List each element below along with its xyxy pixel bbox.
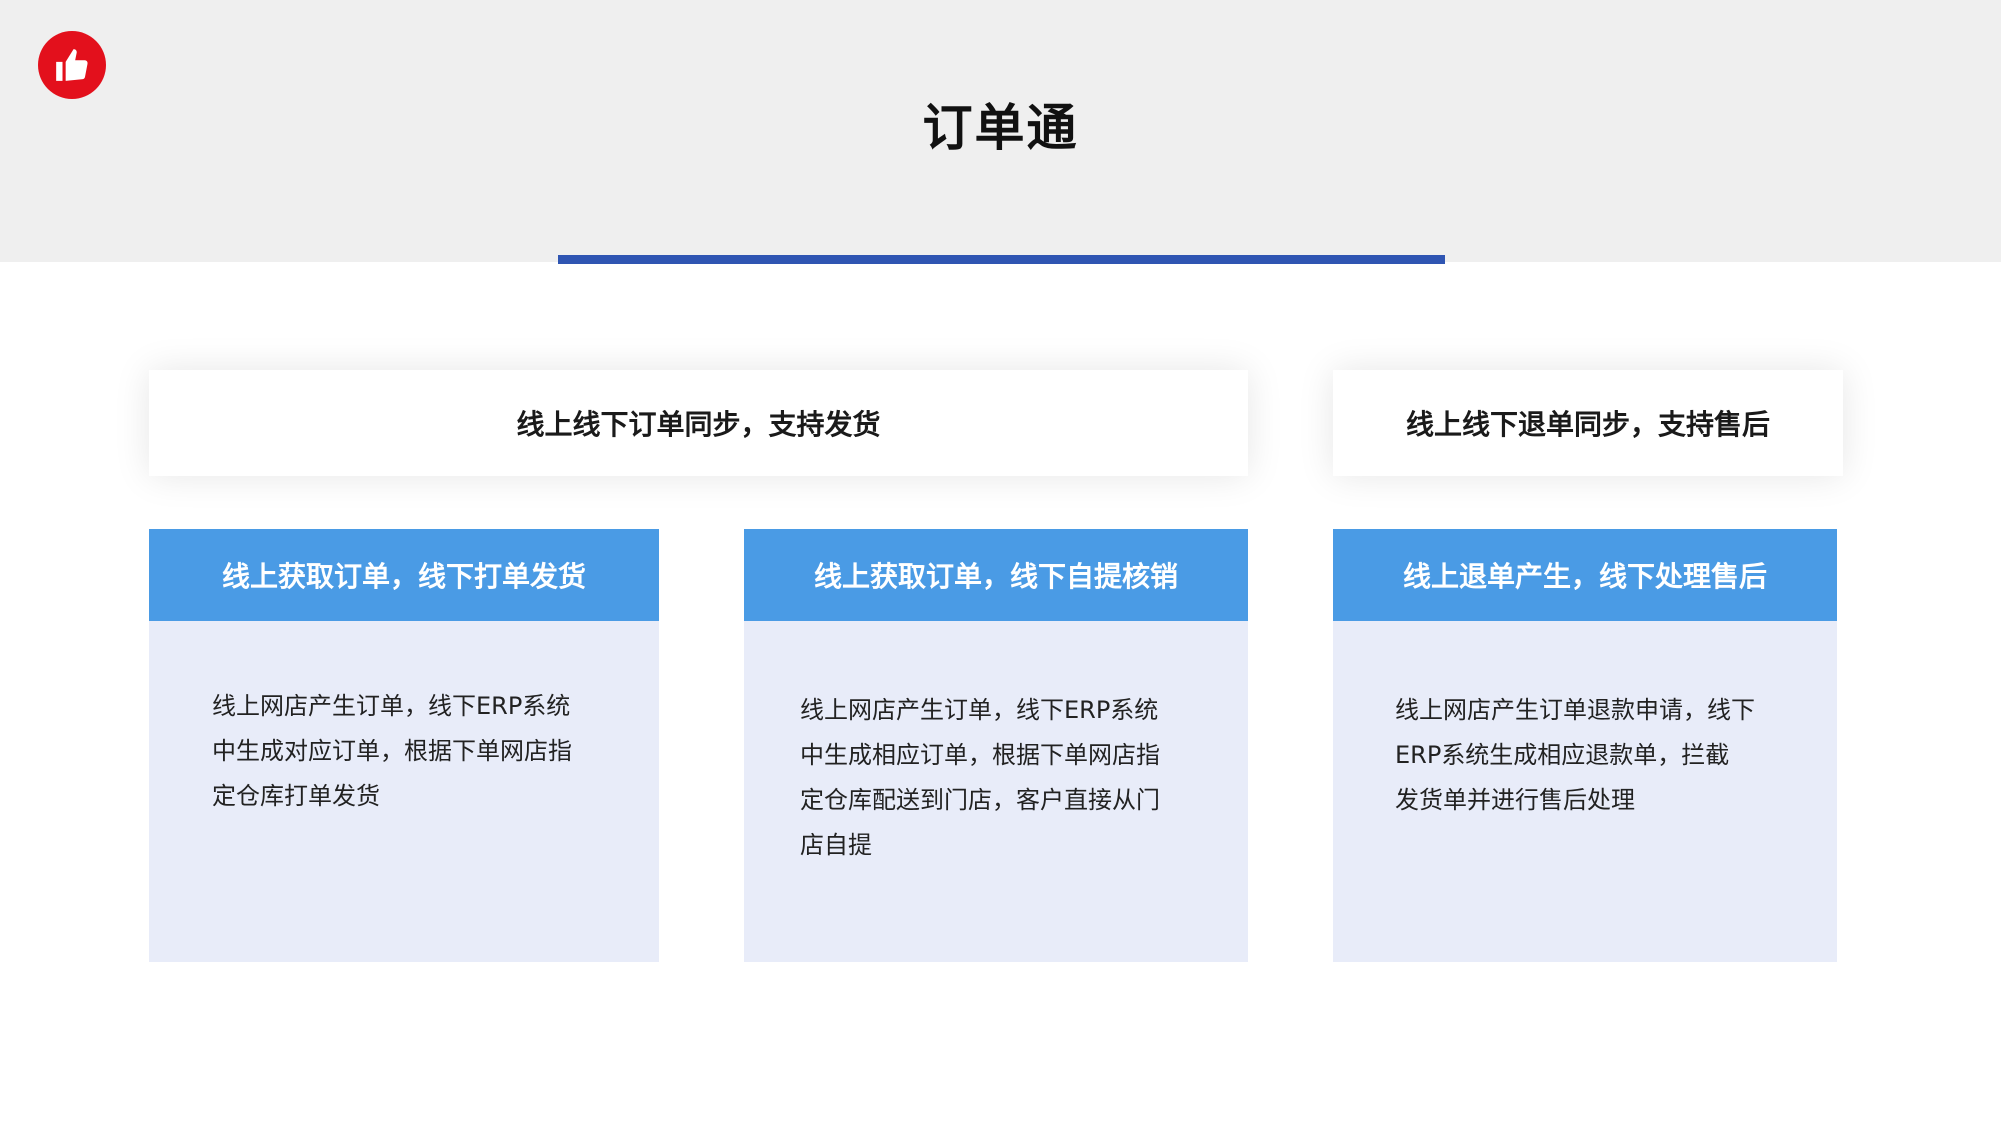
card-line: 发货单并进行售后处理 — [1395, 786, 1635, 814]
card-heading-print-ship: 线上获取订单，线下打单发货 — [149, 529, 659, 621]
banner-refund-sync: 线上线下退单同步，支持售后 — [1333, 370, 1843, 476]
card-heading-pickup: 线上获取订单，线下自提核销 — [744, 529, 1248, 621]
banner-order-sync-label: 线上线下订单同步，支持发货 — [516, 408, 881, 441]
banner-refund-sync-label: 线上线下退单同步，支持售后 — [1405, 408, 1770, 441]
card-line: ERP系统生成相应退款单，拦截 — [1395, 741, 1730, 769]
card-text-pickup: 线上网店产生订单，线下ERP系统 中生成相应订单，根据下单网店指 定仓库配送到门… — [800, 688, 1160, 868]
card-line: 线上网店产生订单，线下ERP系统 — [212, 692, 571, 720]
banner-order-sync: 线上线下订单同步，支持发货 — [149, 370, 1248, 476]
card-text-after-sales: 线上网店产生订单退款申请，线下 ERP系统生成相应退款单，拦截 发货单并进行售后… — [1395, 688, 1755, 823]
card-line: 线上网店产生订单退款申请，线下 — [1395, 696, 1755, 724]
card-line: 店自提 — [800, 831, 872, 859]
thumbs-up-icon — [56, 49, 88, 81]
card-text-print-ship: 线上网店产生订单，线下ERP系统 中生成对应订单，根据下单网店指 定仓库打单发货 — [212, 684, 572, 819]
card-line: 中生成相应订单，根据下单网店指 — [800, 741, 1160, 769]
page-title: 订单通 — [922, 99, 1079, 157]
card-heading-after-sales: 线上退单产生，线下处理售后 — [1333, 529, 1837, 621]
card-line: 定仓库配送到门店，客户直接从门 — [800, 786, 1160, 814]
card-line: 中生成对应订单，根据下单网店指 — [212, 737, 572, 765]
card-line: 线上网店产生订单，线下ERP系统 — [800, 696, 1159, 724]
card-line: 定仓库打单发货 — [212, 782, 380, 810]
title-underline — [558, 255, 1445, 264]
